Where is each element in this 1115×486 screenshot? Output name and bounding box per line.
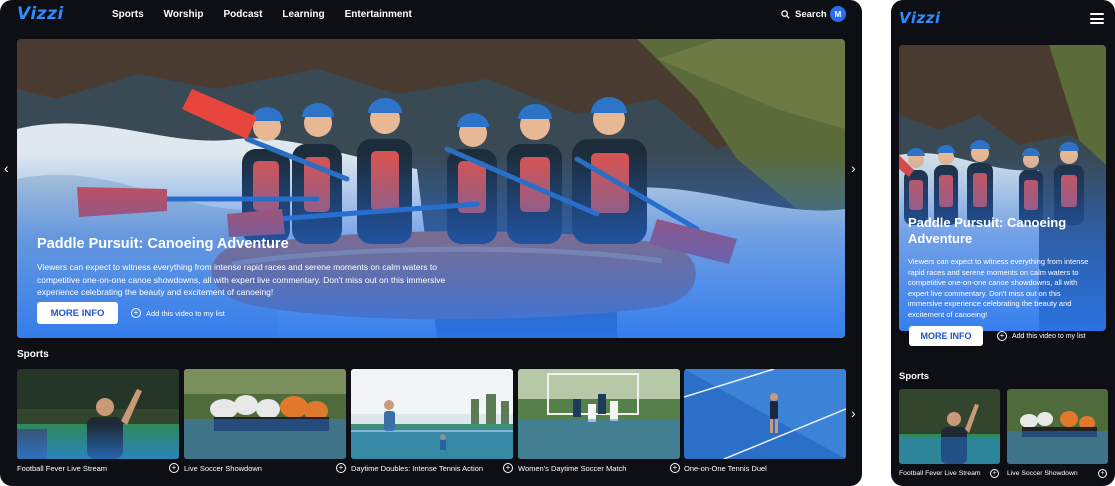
plus-circle-icon[interactable]: +: [990, 469, 999, 478]
more-info-button[interactable]: MORE INFO: [909, 326, 983, 346]
main-nav: Sports Worship Podcast Learning Entertai…: [112, 9, 412, 20]
video-card-title: Women's Daytime Soccer Match: [518, 464, 627, 473]
add-to-list-button[interactable]: + Add this video to my list: [131, 308, 225, 318]
plus-circle-icon: +: [131, 308, 141, 318]
avatar[interactable]: M: [830, 6, 846, 22]
football-thumbnail-image: [17, 369, 179, 459]
video-thumbnail[interactable]: [351, 369, 513, 459]
nav-item-worship[interactable]: Worship: [164, 9, 204, 20]
plus-circle-icon[interactable]: +: [169, 463, 179, 473]
chevron-right-icon[interactable]: ›: [851, 405, 856, 421]
search-icon: [781, 10, 790, 19]
logo[interactable]: Vizzi: [17, 4, 64, 24]
nav-item-sports[interactable]: Sports: [112, 9, 144, 20]
womens-soccer-thumbnail-image: [518, 369, 680, 459]
video-thumbnail[interactable]: [17, 369, 179, 459]
hero-banner: Paddle Pursuit: Canoeing Adventure Viewe…: [899, 45, 1106, 331]
rugby-thumbnail-image: [1007, 389, 1108, 464]
video-card[interactable]: Women's Daytime Soccer Match +: [518, 369, 680, 473]
video-card[interactable]: One-on-One Tennis Duel: [684, 369, 846, 473]
hamburger-menu-icon[interactable]: [1090, 13, 1104, 24]
video-card[interactable]: Football Fever Live Stream +: [17, 369, 179, 473]
rugby-thumbnail-image: [184, 369, 346, 459]
football-thumbnail-image: [899, 389, 1000, 464]
section-title-sports: Sports: [17, 349, 49, 360]
search-button[interactable]: Search: [781, 9, 827, 20]
tennis-duel-thumbnail-image: [684, 369, 846, 459]
add-to-list-label: Add this video to my list: [146, 308, 225, 318]
video-thumbnail[interactable]: [899, 389, 1000, 464]
video-card-title: Football Fever Live Stream: [899, 470, 981, 477]
nav-item-podcast[interactable]: Podcast: [224, 9, 263, 20]
video-card-title: Live Soccer Showdown: [184, 464, 262, 473]
plus-circle-icon[interactable]: +: [503, 463, 513, 473]
plus-circle-icon: +: [997, 331, 1007, 341]
mobile-view: Vizzi Paddle Pursuit: Canoeing Adventure: [891, 0, 1115, 486]
video-card[interactable]: Live Soccer Showdown +: [1007, 389, 1108, 478]
hero-description: Viewers can expect to witness everything…: [37, 262, 446, 297]
plus-circle-icon[interactable]: +: [1098, 469, 1107, 478]
video-thumbnail[interactable]: [684, 369, 846, 459]
plus-circle-icon[interactable]: +: [336, 463, 346, 473]
video-card-title: One-on-One Tennis Duel: [684, 464, 767, 473]
video-thumbnail[interactable]: [1007, 389, 1108, 464]
chevron-right-icon[interactable]: ›: [851, 160, 856, 176]
add-to-list-button[interactable]: + Add this video to my list: [997, 331, 1086, 341]
video-card[interactable]: Daytime Doubles: Intense Tennis Action +: [351, 369, 513, 473]
section-title-sports: Sports: [899, 371, 930, 382]
desktop-view: Vizzi Sports Worship Podcast Learning En…: [0, 0, 862, 486]
plus-circle-icon[interactable]: +: [670, 463, 680, 473]
tennis-doubles-thumbnail-image: [351, 369, 513, 459]
video-card-title: Football Fever Live Stream: [17, 464, 108, 473]
video-card[interactable]: Football Fever Live Stream +: [899, 389, 1000, 478]
video-thumbnail[interactable]: [518, 369, 680, 459]
logo[interactable]: Vizzi: [899, 9, 941, 27]
nav-item-entertainment[interactable]: Entertainment: [345, 9, 412, 20]
video-card-title: Live Soccer Showdown: [1007, 470, 1078, 477]
nav-item-learning[interactable]: Learning: [282, 9, 324, 20]
hero-banner: Paddle Pursuit: Canoeing Adventure Viewe…: [17, 39, 845, 338]
search-label: Search: [795, 9, 827, 20]
add-to-list-label: Add this video to my list: [1012, 332, 1086, 340]
hero-title: Paddle Pursuit: Canoeing Adventure: [908, 215, 1067, 246]
more-info-button[interactable]: MORE INFO: [37, 302, 118, 324]
hero-description: Viewers can expect to witness everything…: [908, 257, 1089, 319]
video-card-title: Daytime Doubles: Intense Tennis Action: [351, 464, 484, 473]
hero-title: Paddle Pursuit: Canoeing Adventure: [37, 236, 289, 252]
video-thumbnail[interactable]: [184, 369, 346, 459]
chevron-left-icon[interactable]: ‹: [4, 160, 9, 176]
video-card[interactable]: Live Soccer Showdown +: [184, 369, 346, 473]
